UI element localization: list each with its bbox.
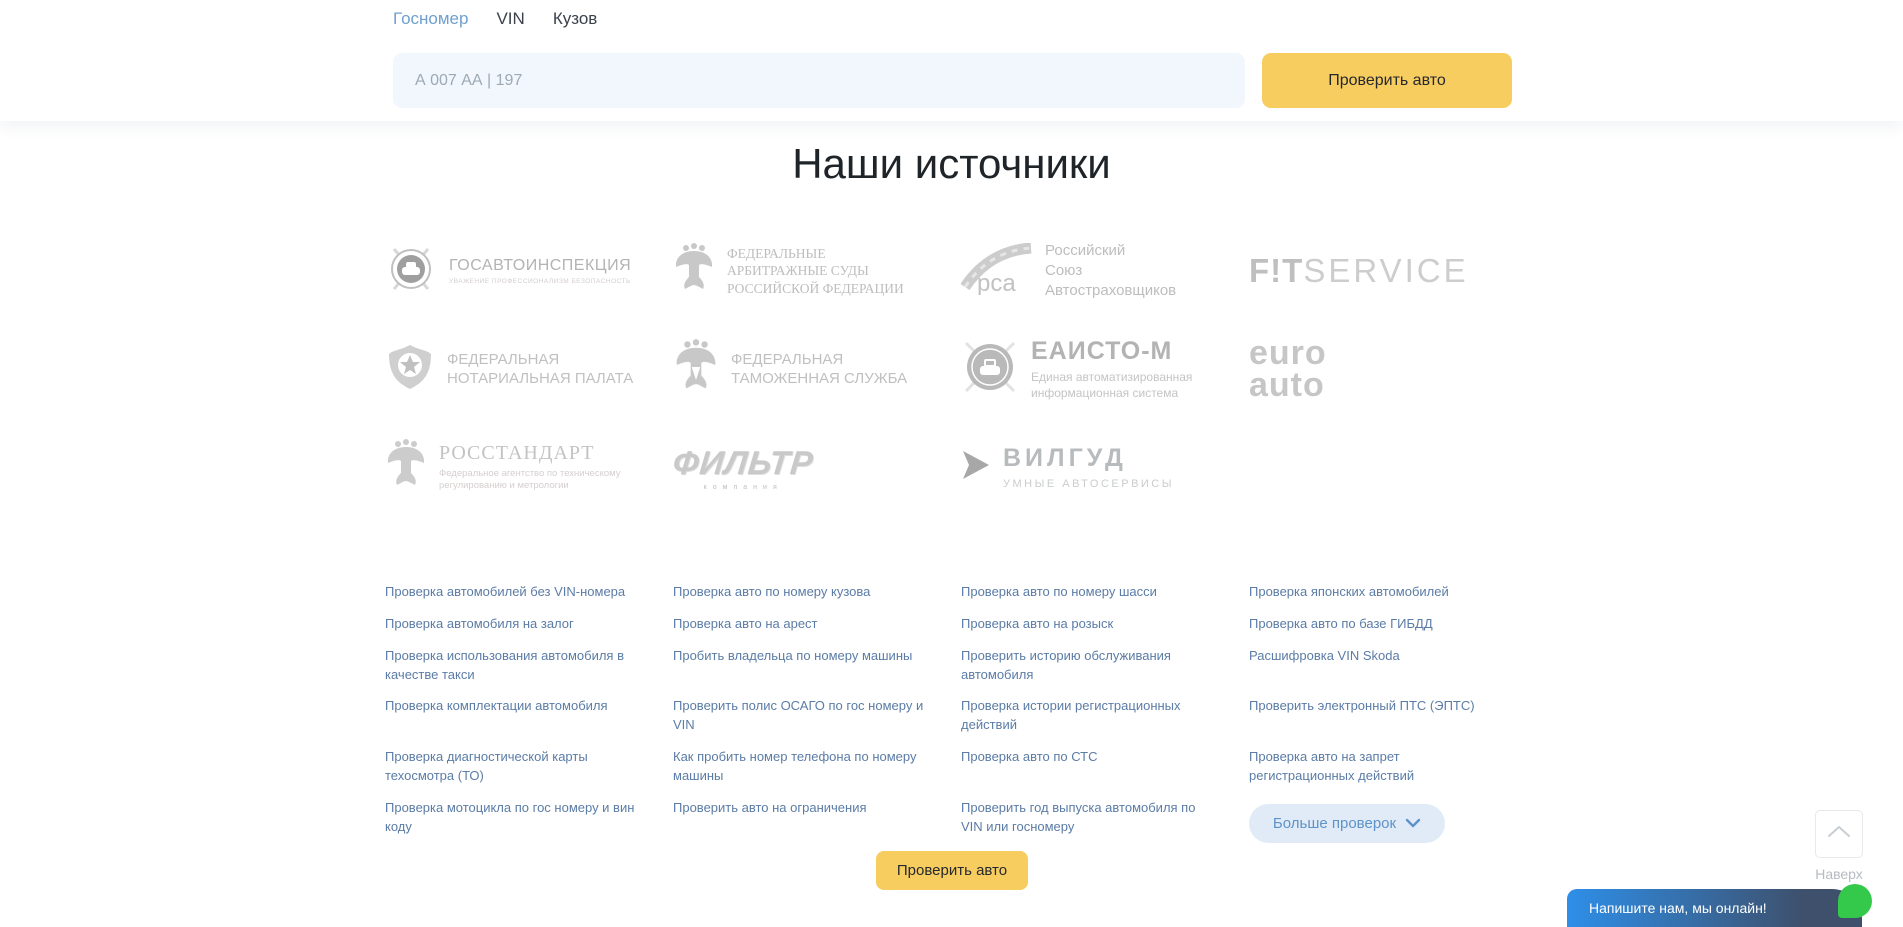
logo-line: ФЕДЕРАЛЬНЫЕ xyxy=(727,245,904,263)
logo-rosstandart: РОССТАНДАРТ Федеральное агентство по тех… xyxy=(385,437,673,498)
sources-title: Наши источники xyxy=(0,140,1903,188)
link-check[interactable]: Проверка авто на арест xyxy=(673,615,931,634)
logo-line: euro xyxy=(1249,337,1327,369)
logo-gosavtoinspekciya: ГОСАВТОИНСПЕКЦИЯ УВАЖЕНИЕ ПРОФЕССИОНАЛИЗ… xyxy=(385,243,673,300)
tab-vin[interactable]: VIN xyxy=(496,9,524,29)
logo-line: Федеральное агентство по техническому xyxy=(439,468,621,480)
logo-line: ФЕДЕРАЛЬНАЯ xyxy=(731,350,907,370)
logo-federal-customs-service: ФЕДЕРАЛЬНАЯ ТАМОЖЕННАЯ СЛУЖБА xyxy=(673,337,961,402)
check-auto-bottom-button[interactable]: Проверить авто xyxy=(876,851,1028,890)
notary-emblem-icon xyxy=(385,342,435,397)
logo-line: Российский xyxy=(1045,241,1176,261)
logo-title: ГОСАВТОИНСПЕКЦИЯ xyxy=(449,257,631,275)
search-panel: Госномер VIN Кузов Проверить авто xyxy=(0,0,1903,121)
link-check[interactable]: Проверка японских автомобилей xyxy=(1249,583,1507,602)
logo-line: auto xyxy=(1249,369,1327,401)
link-check[interactable]: Проверить историю обслуживания автомобил… xyxy=(961,647,1219,685)
eagle-emblem-icon xyxy=(673,337,719,402)
logo-title: ЕАИСТО-М xyxy=(1031,337,1192,366)
more-checks-button[interactable]: Больше проверок xyxy=(1249,804,1445,843)
link-check[interactable]: Проверка авто по номеру кузова xyxy=(673,583,931,602)
logo-title: ФИЛЬТР xyxy=(671,444,815,482)
link-check[interactable]: Проверка мотоцикла по гос номеру и вин к… xyxy=(385,799,643,837)
link-check[interactable]: Проверка авто по номеру шасси xyxy=(961,583,1219,602)
logo-title: ВИЛГУД xyxy=(1003,444,1174,473)
logo-subtitle: УВАЖЕНИЕ ПРОФЕССИОНАЛИЗМ БЕЗОПАСНОСТЬ xyxy=(449,278,631,285)
check-links-grid: Проверка автомобилей без VIN-номера Пров… xyxy=(385,583,1537,843)
link-check[interactable]: Проверка истории регистрационных действи… xyxy=(961,697,1219,735)
rsa-road-icon: рса xyxy=(961,243,1033,300)
scroll-to-top-label: Наверх xyxy=(1800,866,1878,882)
link-check[interactable]: Проверка использования автомобиля в каче… xyxy=(385,647,643,685)
logo-filtr: ФИЛЬТР компания xyxy=(673,444,961,491)
fitservice-bold-text: F!T xyxy=(1249,252,1303,289)
link-check[interactable]: Проверка авто на запрет регистрационных … xyxy=(1249,748,1507,786)
logo-line: ФЕДЕРАЛЬНАЯ xyxy=(447,350,633,370)
logo-line: Союз xyxy=(1045,261,1176,281)
link-check[interactable]: Расшифровка VIN Skoda xyxy=(1249,647,1507,666)
search-row: Проверить авто xyxy=(393,53,1512,108)
chevron-down-icon xyxy=(1405,815,1421,832)
check-auto-button[interactable]: Проверить авто xyxy=(1262,53,1512,108)
link-check[interactable]: Проверка авто по СТС xyxy=(961,748,1219,767)
chevron-up-icon xyxy=(1826,824,1852,844)
logo-line: ТАМОЖЕННАЯ СЛУЖБА xyxy=(731,369,907,389)
link-check[interactable]: Пробить владельца по номеру машины xyxy=(673,647,931,666)
link-check[interactable]: Как пробить номер телефона по номеру маш… xyxy=(673,748,931,786)
logo-eaisto-m: ЕАИСТО-М Единая автоматизированная инфор… xyxy=(961,337,1249,401)
link-check[interactable]: Проверка автомобиля на залог xyxy=(385,615,643,634)
link-check[interactable]: Проверка авто на розыск xyxy=(961,615,1219,634)
chat-widget-bar[interactable]: Напишите нам, мы онлайн! xyxy=(1567,889,1862,927)
logo-title: РОССТАНДАРТ xyxy=(439,442,621,465)
link-check[interactable]: Проверка автомобилей без VIN-номера xyxy=(385,583,643,602)
chat-message: Напишите нам, мы онлайн! xyxy=(1589,900,1767,916)
link-check[interactable]: Проверка диагностической карты техосмотр… xyxy=(385,748,643,786)
logo-federal-arbitration-courts: ФЕДЕРАЛЬНЫЕ АРБИТРАЖНЫЕ СУДЫ РОССИЙСКОЙ … xyxy=(673,241,961,302)
logo-line: РОССИЙСКОЙ ФЕДЕРАЦИИ xyxy=(727,280,904,298)
search-tabs: Госномер VIN Кузов xyxy=(393,9,597,29)
chat-online-indicator[interactable] xyxy=(1838,884,1872,918)
logo-line: АРБИТРАЖНЫЕ СУДЫ xyxy=(727,262,904,280)
more-checks-label: Больше проверок xyxy=(1273,815,1396,832)
eagle-emblem-icon xyxy=(673,241,715,302)
vilgud-play-icon xyxy=(961,449,991,486)
logo-line: Автостраховщиков xyxy=(1045,281,1176,301)
gosavtoinspekciya-emblem-icon xyxy=(385,243,437,300)
link-check[interactable]: Проверить полис ОСАГО по гос номеру и VI… xyxy=(673,697,931,735)
logo-line: регулированию и метрологии xyxy=(439,480,621,492)
plate-number-input[interactable] xyxy=(393,53,1245,108)
logo-line: информационная система xyxy=(1031,386,1192,402)
fitservice-light-text: SERVICE xyxy=(1303,252,1468,289)
eaisto-car-icon xyxy=(961,338,1019,401)
logo-line: НОТАРИАЛЬНАЯ ПАЛАТА xyxy=(447,369,633,389)
link-check[interactable]: Проверка комплектации автомобиля xyxy=(385,697,643,716)
link-check[interactable]: Проверить год выпуска автомобиля по VIN … xyxy=(961,799,1219,837)
logo-rsa: рса Российский Союз Автостраховщиков xyxy=(961,241,1249,302)
sources-logos-grid: ГОСАВТОИНСПЕКЦИЯ УВАЖЕНИЕ ПРОФЕССИОНАЛИЗ… xyxy=(385,222,1537,516)
logo-subtitle: УМНЫЕ АВТОСЕРВИСЫ xyxy=(1003,478,1174,490)
scroll-to-top-button[interactable] xyxy=(1815,810,1863,858)
logo-subtitle: компания xyxy=(673,484,813,491)
link-check[interactable]: Проверить авто на ограничения xyxy=(673,799,931,818)
logo-vilgud: ВИЛГУД УМНЫЕ АВТОСЕРВИСЫ xyxy=(961,444,1249,490)
logo-euroauto: euro auto xyxy=(1249,337,1537,402)
logo-federal-notary-chamber: ФЕДЕРАЛЬНАЯ НОТАРИАЛЬНАЯ ПАЛАТА xyxy=(385,342,673,397)
eagle-emblem-icon xyxy=(385,437,427,498)
tab-gosnomer[interactable]: Госномер xyxy=(393,9,468,29)
logo-line: Единая автоматизированная xyxy=(1031,370,1192,386)
svg-text:рса: рса xyxy=(977,270,1016,295)
logo-fitservice: F!TSERVICE xyxy=(1249,252,1537,290)
link-check[interactable]: Проверка авто по базе ГИБДД xyxy=(1249,615,1507,634)
link-check[interactable]: Проверить электронный ПТС (ЭПТС) xyxy=(1249,697,1507,716)
tab-kuzov[interactable]: Кузов xyxy=(553,9,598,29)
